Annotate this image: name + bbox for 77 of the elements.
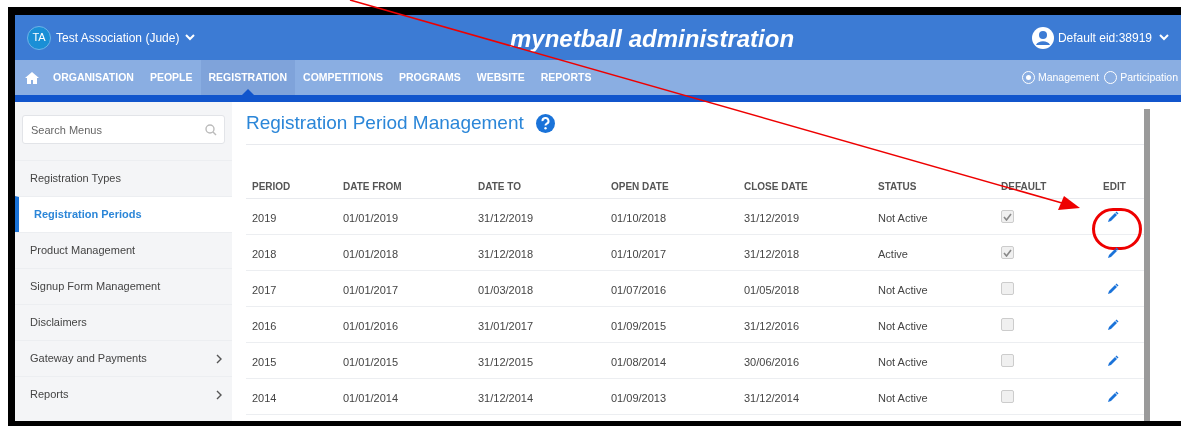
table-cell: 31/12/2014 (744, 391, 800, 404)
app-title: mynetball administration (510, 24, 795, 54)
edit-pencil-icon[interactable] (1107, 390, 1119, 403)
search-field[interactable]: Search Menus (22, 115, 225, 144)
table-cell: 01/10/2017 (611, 247, 667, 260)
table-cell: 31/12/2015 (478, 355, 534, 368)
chevron-right-icon (216, 389, 222, 400)
table-cell: 31/12/2014 (478, 391, 534, 404)
nav-tab[interactable]: REPORTS (532, 60, 600, 95)
sidebar-item[interactable]: Signup Form Management (15, 268, 232, 304)
table-cell: 01/09/2015 (611, 319, 667, 332)
chevron-down-icon[interactable] (1159, 34, 1169, 41)
radio-label[interactable]: Participation (1120, 69, 1178, 86)
table-cell: 2017 (252, 283, 277, 296)
chevron-right-icon (216, 353, 222, 364)
table-cell: 2014 (252, 391, 277, 404)
table-cell: Not Active (878, 211, 928, 224)
edit-pencil-icon[interactable] (1107, 210, 1119, 223)
table-cell: 01/05/2018 (744, 283, 800, 296)
sidebar-item[interactable]: Registration Periods (15, 196, 232, 232)
page-title: Registration Period Management (246, 111, 524, 136)
avatar: TA (27, 25, 51, 50)
nav-tab[interactable]: WEBSITE (468, 60, 533, 95)
table-cell: 01/01/2018 (343, 247, 399, 260)
table-cell: 31/12/2018 (478, 247, 534, 260)
column-header: DATE FROM (342, 180, 402, 192)
table-cell: 01/01/2016 (343, 319, 399, 332)
radio-label[interactable]: Management (1037, 69, 1100, 86)
nav-tab[interactable]: REGISTRATION (200, 60, 296, 95)
nav-tab[interactable]: COMPETITIONS (295, 60, 391, 95)
table-cell: 01/08/2014 (611, 355, 667, 368)
table-cell: 01/01/2014 (343, 391, 399, 404)
table-cell: 01/10/2018 (611, 211, 667, 224)
sidebar-item[interactable]: Reports (15, 376, 232, 412)
table-cell: 01/01/2015 (343, 355, 399, 368)
nav-tab[interactable]: ORGANISATION (45, 60, 142, 95)
column-header: PERIOD (251, 180, 291, 192)
table-cell: 31/12/2016 (744, 319, 800, 332)
table-cell: 01/03/2018 (478, 283, 534, 296)
column-header: CLOSE DATE (743, 180, 808, 192)
table-cell: 2018 (252, 247, 277, 260)
chevron-down-icon[interactable] (185, 34, 196, 41)
edit-pencil-icon[interactable] (1107, 354, 1119, 367)
sidebar-item[interactable]: Gateway and Payments (15, 340, 232, 376)
edit-pencil-icon[interactable] (1107, 318, 1119, 331)
help-icon[interactable] (535, 114, 555, 133)
column-header: DEFAULT (1000, 180, 1047, 192)
column-header: DATE TO (477, 180, 521, 192)
table-cell: 01/01/2019 (343, 211, 399, 224)
table-cell: 2019 (252, 211, 277, 224)
table-cell: 01/09/2013 (611, 391, 667, 404)
column-header: STATUS (877, 180, 917, 192)
nav-tab[interactable]: PEOPLE (141, 60, 201, 95)
user-icon[interactable] (1031, 26, 1054, 49)
table-cell: Not Active (878, 319, 928, 332)
table-cell: Not Active (878, 391, 928, 404)
table-cell: 2015 (252, 355, 277, 368)
table-cell: 31/12/2019 (744, 211, 800, 224)
table-cell: 01/01/2017 (343, 283, 399, 296)
table-cell: 30/06/2016 (744, 355, 800, 368)
user-name[interactable]: Default eid:38919 (1057, 28, 1152, 47)
table-cell: 01/07/2016 (611, 283, 667, 296)
table-cell: Not Active (878, 283, 928, 296)
table-cell: Not Active (878, 355, 928, 368)
table-cell: 31/12/2018 (744, 247, 800, 260)
edit-pencil-icon[interactable] (1107, 246, 1119, 259)
column-header: EDIT (1102, 180, 1126, 192)
sidebar-item[interactable]: Disclaimers (15, 304, 232, 340)
table-cell: 2016 (252, 319, 277, 332)
table-cell: 31/01/2017 (478, 319, 534, 332)
organisation-name[interactable]: Test Association (Jude) (56, 28, 180, 47)
table-cell: 31/12/2019 (478, 211, 534, 224)
nav-tab[interactable]: PROGRAMS (391, 60, 469, 95)
column-header: OPEN DATE (610, 180, 669, 192)
edit-pencil-icon[interactable] (1107, 282, 1119, 295)
table-cell: Active (878, 247, 908, 260)
sidebar-item[interactable]: Product Management (15, 232, 232, 268)
